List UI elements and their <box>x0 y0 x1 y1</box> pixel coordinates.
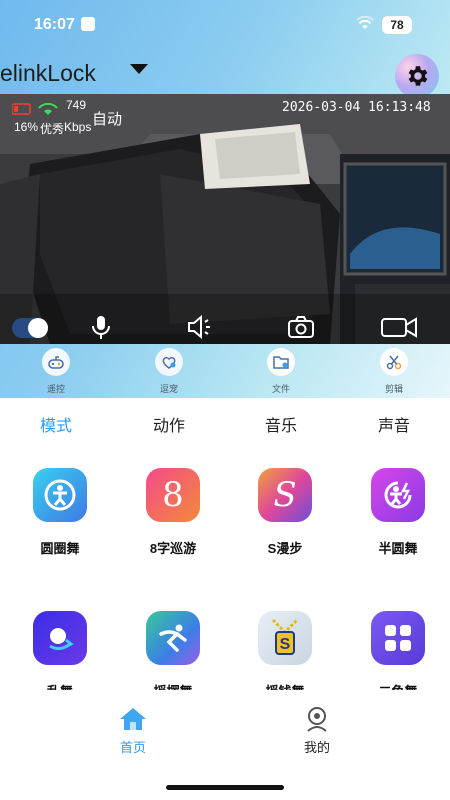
function-label: 剪辑 <box>384 384 403 394</box>
video-mode[interactable]: 自动 <box>92 108 122 129</box>
mode-panel: 模式 动作 音乐 声音 圆圈舞 8 8字巡游 S S漫步 半圆舞 乱舞 <box>0 398 450 690</box>
category-tabs: 模式 动作 音乐 声音 <box>0 408 450 438</box>
device-battery: 16% <box>14 120 39 134</box>
function-remote[interactable]: 遥控 <box>26 344 86 395</box>
dancer-icon <box>146 611 200 665</box>
grid-icon <box>371 611 425 665</box>
bitrate-unit: Kbps <box>64 120 92 134</box>
mode-item[interactable]: 乱舞 <box>20 611 100 690</box>
bitrate-value: 749 <box>66 98 87 112</box>
mode-label: 8字巡游 <box>149 541 197 556</box>
figure-eight-icon: 8 <box>146 468 200 522</box>
mode-item[interactable]: 圆圈舞 <box>20 468 100 557</box>
folder-icon <box>267 348 295 376</box>
function-files[interactable]: 文件 <box>251 344 311 395</box>
pet-icon <box>155 348 183 376</box>
tab-mode[interactable]: 模式 <box>26 412 86 436</box>
rotate-icon <box>33 611 87 665</box>
mode-label: 半圆舞 <box>378 541 418 556</box>
function-pet[interactable]: 逗宠 <box>139 344 199 395</box>
mode-item[interactable]: S S漫步 <box>245 468 325 557</box>
function-edit[interactable]: 剪辑 <box>364 344 424 395</box>
tabbar-label: 首页 <box>119 740 146 755</box>
mode-label: 圆圈舞 <box>40 541 80 556</box>
s-walk-icon: S <box>258 468 312 522</box>
camera-icon[interactable] <box>287 314 315 340</box>
signal-status <box>11 101 62 122</box>
mode-label: 二龟舞 <box>358 681 438 690</box>
settings-button[interactable] <box>395 54 439 98</box>
mode-label: S漫步 <box>267 541 303 556</box>
function-label: 遥控 <box>46 384 65 394</box>
device-selector-label[interactable]: elinkLock <box>0 60 96 87</box>
microphone-icon[interactable] <box>90 314 112 340</box>
tabbar-profile[interactable]: 我的 <box>287 706 347 756</box>
status-bar: 16:07 78 <box>0 0 450 50</box>
function-label: 文件 <box>271 384 290 394</box>
mode-item[interactable]: 8 8字巡游 <box>133 468 213 557</box>
app-header: elinkLock <box>0 50 450 98</box>
svg-text:S: S <box>280 636 291 653</box>
video-camera-icon[interactable] <box>380 314 420 340</box>
wifi-icon <box>356 15 374 33</box>
video-toggle[interactable] <box>12 318 48 338</box>
mode-item[interactable]: 半圆舞 <box>358 468 438 557</box>
home-indicator <box>166 785 284 790</box>
status-app-icon <box>81 17 95 31</box>
tab-sound[interactable]: 声音 <box>364 412 424 436</box>
mode-item[interactable]: S 摇钱舞 <box>245 611 325 690</box>
home-icon <box>120 708 146 730</box>
tabbar-label: 我的 <box>303 740 330 755</box>
gamepad-icon <box>42 348 70 376</box>
function-label: 逗宠 <box>159 384 178 394</box>
function-bar: 遥控 逗宠 文件 剪辑 <box>0 344 450 400</box>
tab-music[interactable]: 音乐 <box>251 412 311 436</box>
speaker-icon[interactable] <box>186 314 216 340</box>
bottom-tab-bar: 首页 我的 <box>0 690 450 800</box>
chain-s-icon: S <box>258 611 312 665</box>
tabbar-home[interactable]: 首页 <box>103 706 163 756</box>
mode-item[interactable]: 摇摆舞 <box>133 611 213 690</box>
circle-dance-icon <box>33 468 87 522</box>
scissors-icon <box>380 348 408 376</box>
mode-label: 乱舞 <box>20 681 100 690</box>
video-timestamp: 2026-03-04 16:13:48 <box>282 100 431 115</box>
caret-down-icon[interactable] <box>130 64 148 74</box>
gear-icon <box>408 66 428 86</box>
mode-label: 摇钱舞 <box>245 681 325 690</box>
mode-item[interactable]: 二龟舞 <box>358 611 438 690</box>
mode-label: 摇摆舞 <box>133 681 213 690</box>
profile-icon <box>307 707 327 732</box>
tab-action[interactable]: 动作 <box>139 412 199 436</box>
half-circle-dance-icon <box>371 468 425 522</box>
video-feed[interactable]: 749 16% 优秀 Kbps 自动 2026-03-04 16:13:48 <box>0 94 450 344</box>
status-time: 16:07 <box>34 16 75 33</box>
battery-indicator: 78 <box>382 16 412 34</box>
video-controls <box>0 312 450 344</box>
signal-quality: 优秀 <box>40 122 65 136</box>
